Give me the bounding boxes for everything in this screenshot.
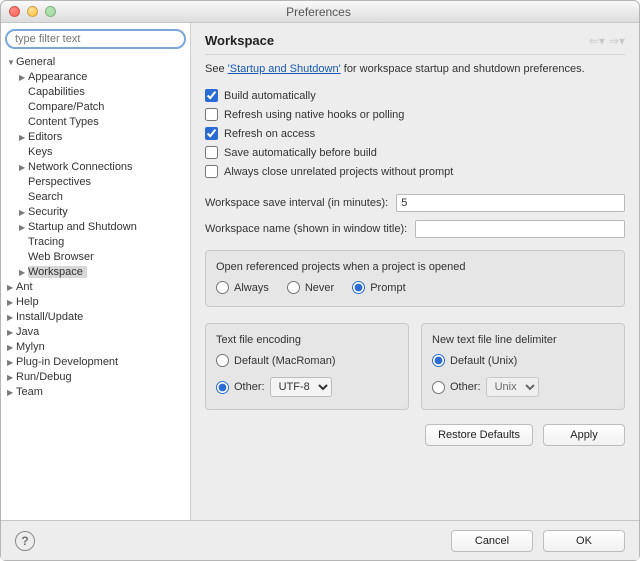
tree-item-security[interactable]: Security <box>28 206 68 218</box>
page-title: Workspace <box>205 33 274 48</box>
refresh-native-label: Refresh using native hooks or polling <box>224 109 404 121</box>
encoding-select[interactable]: UTF-8 <box>270 377 332 397</box>
delimiter-title: New text file line delimiter <box>432 334 614 346</box>
back-icon[interactable]: ⇐▾ <box>589 34 605 48</box>
workspace-name-label: Workspace name (shown in window title): <box>205 223 407 235</box>
tree-item-perspectives[interactable]: Perspectives <box>28 176 91 188</box>
close-icon[interactable] <box>9 6 20 17</box>
close-unrelated-checkbox[interactable] <box>205 165 218 178</box>
help-icon[interactable]: ? <box>15 531 35 551</box>
tree-item-plugin[interactable]: Plug-in Development <box>16 356 118 368</box>
tree-item-workspace[interactable]: Workspace <box>28 266 87 278</box>
build-automatically-checkbox[interactable] <box>205 89 218 102</box>
referenced-always-radio[interactable] <box>216 281 229 294</box>
tree-item-tracing[interactable]: Tracing <box>28 236 64 248</box>
build-automatically-label: Build automatically <box>224 90 316 102</box>
tree-item-web-browser[interactable]: Web Browser <box>28 251 94 263</box>
close-unrelated-label: Always close unrelated projects without … <box>224 166 453 178</box>
minimize-icon[interactable] <box>27 6 38 17</box>
tree-item-content-types[interactable]: Content Types <box>28 116 99 128</box>
tree-item-java[interactable]: Java <box>16 326 39 338</box>
delimiter-other-radio[interactable] <box>432 381 445 394</box>
preferences-window: Preferences General Appearance Capabilit… <box>0 0 640 561</box>
tree-item-keys[interactable]: Keys <box>28 146 52 158</box>
preferences-sidebar: General Appearance Capabilities Compare/… <box>1 23 191 520</box>
save-auto-label: Save automatically before build <box>224 147 377 159</box>
tree-item-general[interactable]: General <box>16 56 55 68</box>
save-interval-label: Workspace save interval (in minutes): <box>205 197 388 209</box>
tree-item-editors[interactable]: Editors <box>28 131 62 143</box>
refresh-native-checkbox[interactable] <box>205 108 218 121</box>
ok-button[interactable]: OK <box>543 530 625 552</box>
refresh-access-checkbox[interactable] <box>205 127 218 140</box>
encoding-other-radio[interactable] <box>216 381 229 394</box>
referenced-never-radio[interactable] <box>287 281 300 294</box>
forward-icon[interactable]: ⇒▾ <box>609 34 625 48</box>
encoding-default-radio[interactable] <box>216 354 229 367</box>
window-title: Preferences <box>56 5 581 19</box>
hint-text: See 'Startup and Shutdown' for workspace… <box>205 63 625 75</box>
refresh-access-label: Refresh on access <box>224 128 315 140</box>
tree-item-help[interactable]: Help <box>16 296 39 308</box>
restore-defaults-button[interactable]: Restore Defaults <box>425 424 533 446</box>
delimiter-group: New text file line delimiter Default (Un… <box>421 323 625 410</box>
page-nav: ⇐▾ ⇒▾ <box>589 34 625 48</box>
delimiter-select[interactable]: Unix <box>486 377 539 397</box>
tree-item-team[interactable]: Team <box>16 386 43 398</box>
workspace-name-input[interactable] <box>415 220 625 238</box>
save-auto-checkbox[interactable] <box>205 146 218 159</box>
preferences-tree[interactable]: General Appearance Capabilities Compare/… <box>5 55 186 400</box>
save-interval-input[interactable] <box>396 194 625 212</box>
workspace-page: Workspace ⇐▾ ⇒▾ See 'Startup and Shutdow… <box>191 23 639 520</box>
referenced-title: Open referenced projects when a project … <box>216 261 614 273</box>
delimiter-default-radio[interactable] <box>432 354 445 367</box>
referenced-prompt-radio[interactable] <box>352 281 365 294</box>
window-controls <box>9 6 56 17</box>
referenced-projects-group: Open referenced projects when a project … <box>205 250 625 307</box>
startup-shutdown-link[interactable]: 'Startup and Shutdown' <box>228 63 341 75</box>
titlebar: Preferences <box>1 1 639 23</box>
tree-item-search[interactable]: Search <box>28 191 63 203</box>
tree-item-run-debug[interactable]: Run/Debug <box>16 371 72 383</box>
dialog-footer: ? Cancel OK <box>1 520 639 560</box>
tree-item-capabilities[interactable]: Capabilities <box>28 86 85 98</box>
tree-item-ant[interactable]: Ant <box>16 281 33 293</box>
cancel-button[interactable]: Cancel <box>451 530 533 552</box>
tree-item-appearance[interactable]: Appearance <box>28 71 87 83</box>
encoding-group: Text file encoding Default (MacRoman) Ot… <box>205 323 409 410</box>
tree-item-network[interactable]: Network Connections <box>28 161 133 173</box>
tree-item-compare-patch[interactable]: Compare/Patch <box>28 101 104 113</box>
tree-item-install[interactable]: Install/Update <box>16 311 83 323</box>
encoding-title: Text file encoding <box>216 334 398 346</box>
tree-item-startup[interactable]: Startup and Shutdown <box>28 221 137 233</box>
tree-item-mylyn[interactable]: Mylyn <box>16 341 45 353</box>
zoom-icon[interactable] <box>45 6 56 17</box>
filter-input[interactable] <box>5 29 186 49</box>
apply-button[interactable]: Apply <box>543 424 625 446</box>
